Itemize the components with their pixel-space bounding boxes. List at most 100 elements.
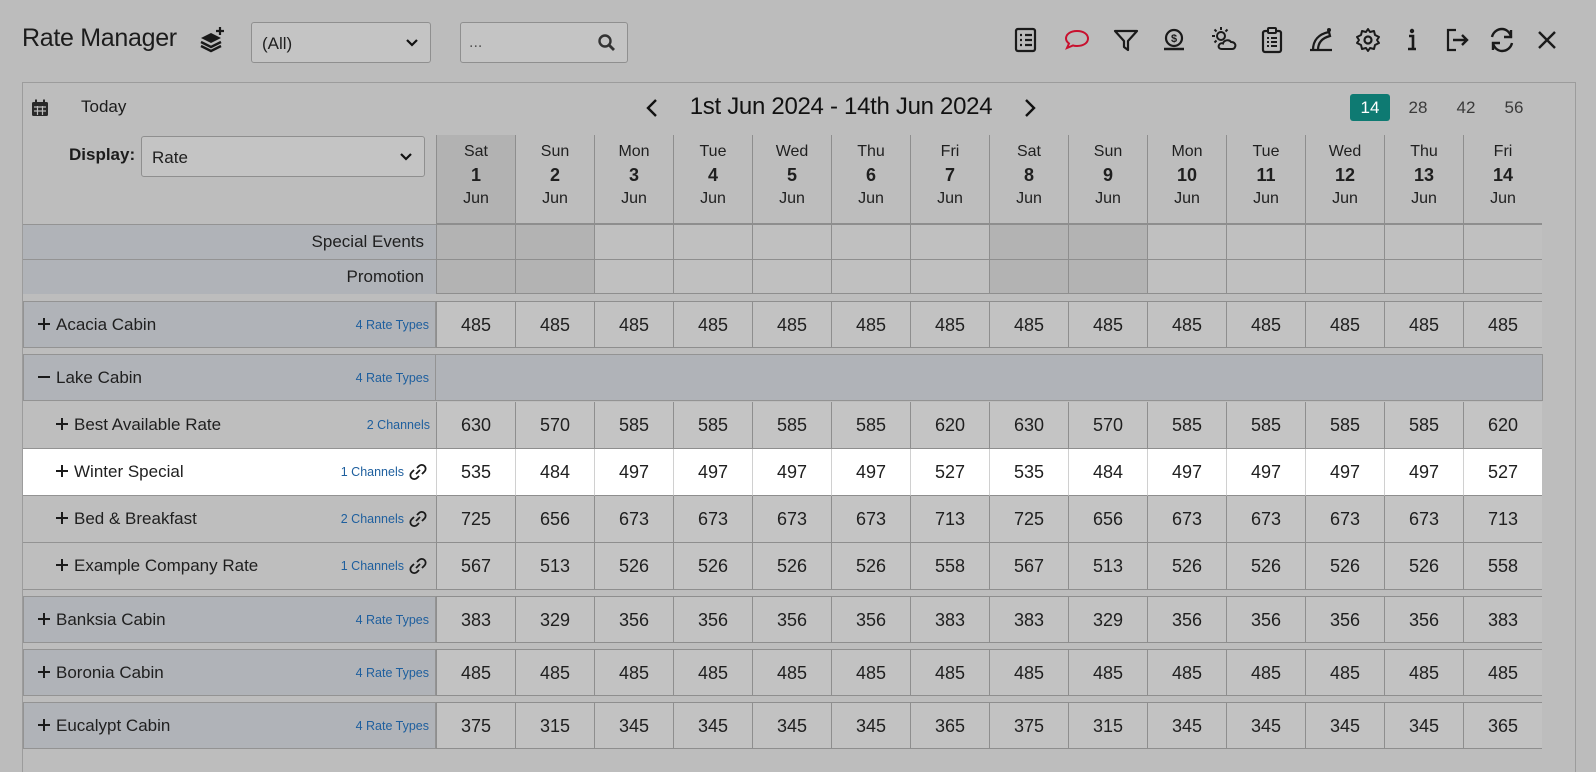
rate-cell[interactable]: 485 [1305, 301, 1384, 348]
area-filter-select[interactable]: (All) [251, 22, 431, 63]
rate-cell[interactable]: 356 [1384, 596, 1463, 643]
rate-cell[interactable]: 365 [1463, 702, 1542, 749]
exit-icon[interactable] [1443, 26, 1471, 54]
rate-cell[interactable]: 485 [1147, 301, 1226, 348]
rate-cell[interactable]: 673 [831, 496, 910, 543]
expand-plus-icon[interactable] [36, 611, 52, 627]
rate-cell[interactable]: 656 [515, 496, 594, 543]
rate-cell[interactable]: 345 [673, 702, 752, 749]
rate-cell[interactable]: 497 [1226, 449, 1305, 496]
rate-cell[interactable]: 497 [594, 449, 673, 496]
rate-cell[interactable]: 585 [831, 402, 910, 449]
inspection-icon[interactable] [1307, 26, 1335, 54]
rate-cell[interactable]: 526 [1384, 543, 1463, 590]
chevron-right-icon[interactable] [1019, 97, 1039, 119]
list-icon[interactable] [1012, 26, 1040, 54]
rate-cell[interactable]: 315 [1068, 702, 1147, 749]
rate-cell[interactable]: 526 [752, 543, 831, 590]
rate-cell[interactable]: 513 [515, 543, 594, 590]
rate-cell[interactable]: 484 [515, 449, 594, 496]
channels-link[interactable]: 1 Channels [341, 559, 404, 573]
rate-cell[interactable]: 570 [515, 402, 594, 449]
meta-cell[interactable] [594, 259, 673, 294]
expand-plus-icon[interactable] [54, 463, 70, 479]
rate-cell[interactable]: 585 [1147, 402, 1226, 449]
date-header-cell[interactable]: Sat 8 Jun [989, 135, 1068, 224]
link-icon[interactable] [408, 557, 428, 575]
rate-cell[interactable]: 497 [1147, 449, 1226, 496]
collapse-minus-icon[interactable] [36, 369, 52, 385]
rate-cell[interactable]: 383 [989, 596, 1068, 643]
rate-cell[interactable]: 497 [1384, 449, 1463, 496]
rate-cell[interactable]: 526 [831, 543, 910, 590]
meta-cell[interactable] [1226, 224, 1305, 259]
rate-cell[interactable]: 497 [752, 449, 831, 496]
rate-cell[interactable]: 526 [673, 543, 752, 590]
meta-cell[interactable] [910, 224, 989, 259]
rate-cell[interactable]: 513 [1068, 543, 1147, 590]
rate-cell[interactable]: 673 [673, 496, 752, 543]
rate-cell[interactable]: 673 [1226, 496, 1305, 543]
rate-cell[interactable]: 585 [1305, 402, 1384, 449]
rate-cell[interactable]: 497 [673, 449, 752, 496]
date-header-cell[interactable]: Fri 14 Jun [1463, 135, 1542, 224]
date-header-cell[interactable]: Sun 2 Jun [515, 135, 594, 224]
rate-types-link[interactable]: 4 Rate Types [356, 666, 429, 680]
date-header-cell[interactable]: Mon 3 Jun [594, 135, 673, 224]
rate-cell[interactable]: 356 [831, 596, 910, 643]
gear-icon[interactable] [1354, 26, 1382, 54]
rate-cell[interactable]: 713 [1463, 496, 1542, 543]
rate-cell[interactable]: 526 [594, 543, 673, 590]
channels-link[interactable]: 1 Channels [341, 465, 404, 479]
rate-cell[interactable]: 383 [1463, 596, 1542, 643]
rate-cell[interactable]: 329 [515, 596, 594, 643]
expand-plus-icon[interactable] [54, 416, 70, 432]
meta-cell[interactable] [436, 224, 515, 259]
rate-cell[interactable]: 673 [594, 496, 673, 543]
rate-cell[interactable]: 485 [831, 649, 910, 696]
range-option-28[interactable]: 28 [1398, 94, 1438, 121]
rate-cell[interactable]: 527 [1463, 449, 1542, 496]
meta-cell[interactable] [752, 224, 831, 259]
rate-cell[interactable]: 485 [1226, 649, 1305, 696]
rate-cell[interactable]: 620 [1463, 402, 1542, 449]
date-header-cell[interactable]: Wed 12 Jun [1305, 135, 1384, 224]
rate-cell[interactable]: 558 [910, 543, 989, 590]
rate-cell[interactable]: 345 [594, 702, 673, 749]
meta-cell[interactable] [515, 259, 594, 294]
filter-icon[interactable] [1112, 26, 1140, 54]
rate-cell[interactable]: 485 [910, 649, 989, 696]
rate-cell[interactable]: 620 [910, 402, 989, 449]
meta-cell[interactable] [673, 259, 752, 294]
comment-icon[interactable] [1063, 26, 1091, 54]
date-header-cell[interactable]: Tue 4 Jun [673, 135, 752, 224]
rate-cell[interactable]: 570 [1068, 402, 1147, 449]
meta-cell[interactable] [1226, 259, 1305, 294]
rate-cell[interactable]: 345 [831, 702, 910, 749]
meta-cell[interactable] [1305, 259, 1384, 294]
clipboard-icon[interactable] [1258, 26, 1286, 54]
channels-link[interactable]: 2 Channels [341, 512, 404, 526]
date-header-cell[interactable]: Sat 1 Jun [436, 135, 515, 224]
rate-cell[interactable]: 356 [1147, 596, 1226, 643]
rate-cell[interactable]: 485 [1226, 301, 1305, 348]
meta-cell[interactable] [1147, 224, 1226, 259]
expand-plus-icon[interactable] [36, 717, 52, 733]
rate-cell[interactable]: 567 [436, 543, 515, 590]
expand-plus-icon[interactable] [54, 510, 70, 526]
rate-cell[interactable]: 485 [1384, 649, 1463, 696]
chevron-left-icon[interactable] [643, 97, 663, 119]
rate-cell[interactable]: 527 [910, 449, 989, 496]
rate-cell[interactable]: 356 [1305, 596, 1384, 643]
rate-cell[interactable]: 485 [1305, 649, 1384, 696]
rate-cell[interactable]: 485 [594, 649, 673, 696]
rate-cell[interactable]: 383 [910, 596, 989, 643]
rate-cell[interactable]: 558 [1463, 543, 1542, 590]
money-bag-icon[interactable]: $ [1160, 26, 1188, 54]
calendar-icon[interactable] [31, 99, 49, 117]
meta-cell[interactable] [515, 224, 594, 259]
rate-cell[interactable]: 725 [989, 496, 1068, 543]
rate-cell[interactable]: 485 [515, 301, 594, 348]
search-input[interactable] [469, 32, 579, 54]
rate-cell[interactable]: 356 [1226, 596, 1305, 643]
